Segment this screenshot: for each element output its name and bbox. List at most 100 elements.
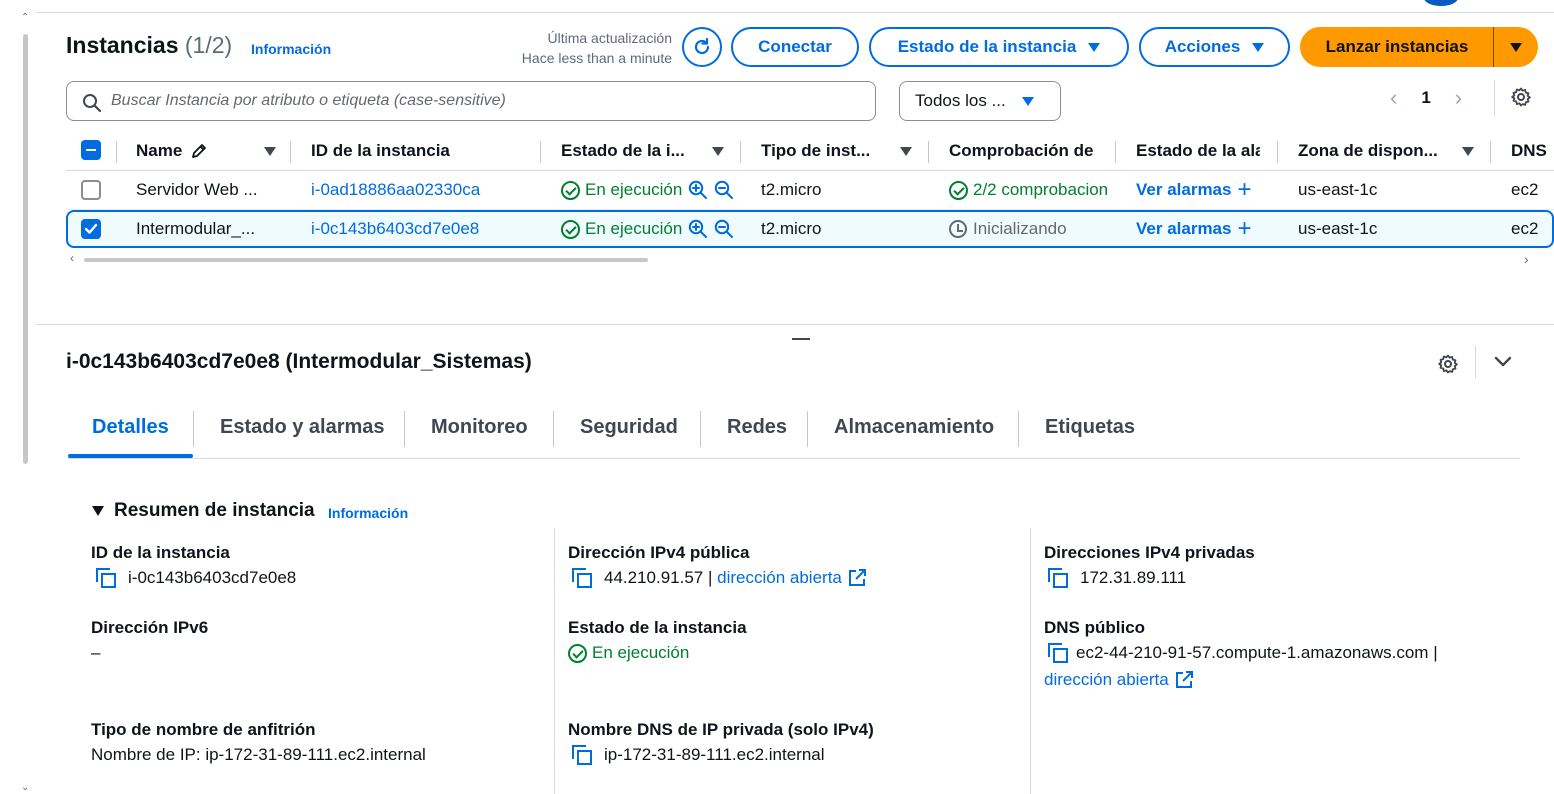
summary-toggle[interactable]: Resumen de instancia	[92, 500, 315, 522]
zoom-out-icon[interactable]	[714, 219, 734, 239]
sort-icon[interactable]	[1462, 147, 1474, 156]
zoom-in-icon[interactable]	[688, 219, 708, 239]
launch-dropdown-button[interactable]	[1494, 27, 1538, 67]
page-scrollbar[interactable]: ⌃ ⌄	[20, 12, 30, 794]
row-checkbox[interactable]	[81, 219, 101, 239]
info-link[interactable]: Información	[328, 505, 408, 521]
copy-icon[interactable]	[96, 568, 116, 588]
tabs-divider	[68, 458, 1520, 459]
tab-divider	[807, 411, 808, 447]
instance-state: En ejecución	[561, 178, 746, 202]
scroll-down-icon[interactable]: ⌄	[21, 782, 29, 793]
tab-details[interactable]: Detalles	[92, 416, 169, 439]
field-label: Estado de la instancia	[568, 618, 747, 637]
sort-icon[interactable]	[264, 147, 276, 156]
sort-icon[interactable]	[900, 147, 912, 156]
resize-handle[interactable]	[792, 338, 810, 340]
select-all-checkbox[interactable]	[81, 140, 101, 160]
caret-down-icon	[92, 506, 104, 516]
launch-instances-label[interactable]: Lanzar instancias	[1300, 27, 1494, 67]
column-header-state[interactable]: Estado de la i...	[561, 139, 724, 163]
external-link-icon[interactable]	[848, 569, 866, 587]
column-header-alarm[interactable]: Estado de la ala	[1136, 139, 1260, 163]
tab-security[interactable]: Seguridad	[580, 416, 678, 439]
instance-id-link[interactable]: i-0ad18886aa02330ca	[311, 178, 521, 202]
scroll-right-icon[interactable]: ›	[1524, 251, 1529, 267]
user-avatar[interactable]	[1424, 0, 1458, 6]
tab-divider	[553, 411, 554, 447]
instance-state-value: En ejecución	[568, 643, 689, 663]
table-settings-button[interactable]	[1510, 86, 1532, 108]
column-header-dns[interactable]: DNS	[1511, 139, 1551, 163]
field-label: Dirección IPv6	[91, 618, 209, 637]
search-input[interactable]	[111, 90, 851, 112]
column-header-zone[interactable]: Zona de dispon...	[1298, 139, 1474, 163]
column-divider	[540, 141, 541, 163]
detail-settings-button[interactable]	[1437, 353, 1459, 375]
copy-icon[interactable]	[572, 568, 592, 588]
tab-networking[interactable]: Redes	[727, 416, 787, 439]
zoom-in-icon[interactable]	[688, 180, 708, 200]
launch-instances-button[interactable]: Lanzar instancias	[1300, 27, 1538, 67]
public-ipv4-value: 44.210.91.57 | dirección abierta	[572, 568, 866, 588]
scroll-left-icon[interactable]: ‹	[70, 251, 74, 265]
public-dns: ec2	[1511, 180, 1539, 199]
tab-storage[interactable]: Almacenamiento	[834, 416, 994, 439]
public-dns-open: dirección abierta	[1044, 670, 1193, 690]
gear-icon	[1511, 87, 1531, 107]
success-icon	[949, 180, 968, 200]
column-header-status-check[interactable]: Comprobación de	[949, 139, 1099, 163]
availability-zone: us-east-1c	[1298, 219, 1378, 238]
column-header-name[interactable]: Name	[136, 139, 276, 163]
column-divider	[116, 141, 117, 163]
ipv6-value: –	[91, 643, 101, 662]
tab-tags[interactable]: Etiquetas	[1045, 416, 1135, 439]
collapse-button[interactable]	[1493, 355, 1513, 369]
open-address-link[interactable]: dirección abierta	[1044, 670, 1169, 690]
field-label: Tipo de nombre de anfitrión	[91, 720, 316, 739]
field-label: ID de la instancia	[91, 543, 230, 562]
tab-divider	[1018, 411, 1019, 447]
page-number[interactable]: 1	[1421, 88, 1430, 108]
copy-icon[interactable]	[572, 745, 592, 765]
field-label: DNS público	[1044, 618, 1146, 637]
instance-id-link[interactable]: i-0c143b6403cd7e0e8	[311, 217, 521, 241]
chevron-down-icon	[1494, 356, 1512, 367]
actions-button[interactable]: Acciones	[1139, 27, 1290, 67]
next-page-icon[interactable]: ›	[1455, 85, 1462, 111]
scroll-up-icon[interactable]: ⌃	[21, 12, 29, 23]
prev-page-icon[interactable]: ‹	[1390, 85, 1397, 111]
status-check: Inicializando	[949, 217, 1115, 241]
refresh-button[interactable]	[682, 27, 722, 67]
instance-state-button[interactable]: Estado de la instancia	[869, 27, 1129, 67]
search-box[interactable]	[66, 81, 876, 121]
tab-monitoring[interactable]: Monitoreo	[431, 416, 528, 439]
copy-icon[interactable]	[1048, 643, 1068, 663]
view-alarms-link[interactable]: Ver alarmas +	[1136, 217, 1276, 241]
zoom-out-icon[interactable]	[714, 180, 734, 200]
private-ipv4-value: 172.31.89.111	[1048, 568, 1186, 588]
tab-status-alarms[interactable]: Estado y alarmas	[220, 416, 385, 439]
table-horizontal-scrollbar[interactable]	[84, 258, 648, 262]
column-header-instance-id[interactable]: ID de la instancia	[311, 139, 521, 163]
column-divider	[928, 141, 929, 163]
copy-icon[interactable]	[1048, 568, 1068, 588]
caret-down-icon	[1088, 42, 1101, 52]
open-address-link[interactable]: dirección abierta	[717, 568, 842, 588]
private-dns-value: ip-172-31-89-111.ec2.internal	[572, 745, 825, 765]
column-divider	[1277, 141, 1278, 163]
caret-down-icon	[1252, 42, 1265, 52]
external-link-icon[interactable]	[1175, 671, 1193, 689]
active-tab-indicator	[68, 454, 193, 458]
column-header-type[interactable]: Tipo de inst...	[761, 139, 912, 163]
sort-icon[interactable]	[712, 147, 724, 156]
scrollbar-thumb[interactable]	[23, 34, 28, 464]
info-link[interactable]: Información	[251, 41, 331, 57]
plus-icon[interactable]: +	[1237, 178, 1251, 202]
plus-icon[interactable]: +	[1237, 217, 1251, 241]
view-alarms-link[interactable]: Ver alarmas +	[1136, 178, 1276, 202]
connect-button[interactable]: Conectar	[731, 27, 859, 67]
row-checkbox[interactable]	[81, 180, 101, 200]
column-divider	[1490, 141, 1491, 163]
filter-select[interactable]: Todos los ...	[899, 81, 1061, 121]
